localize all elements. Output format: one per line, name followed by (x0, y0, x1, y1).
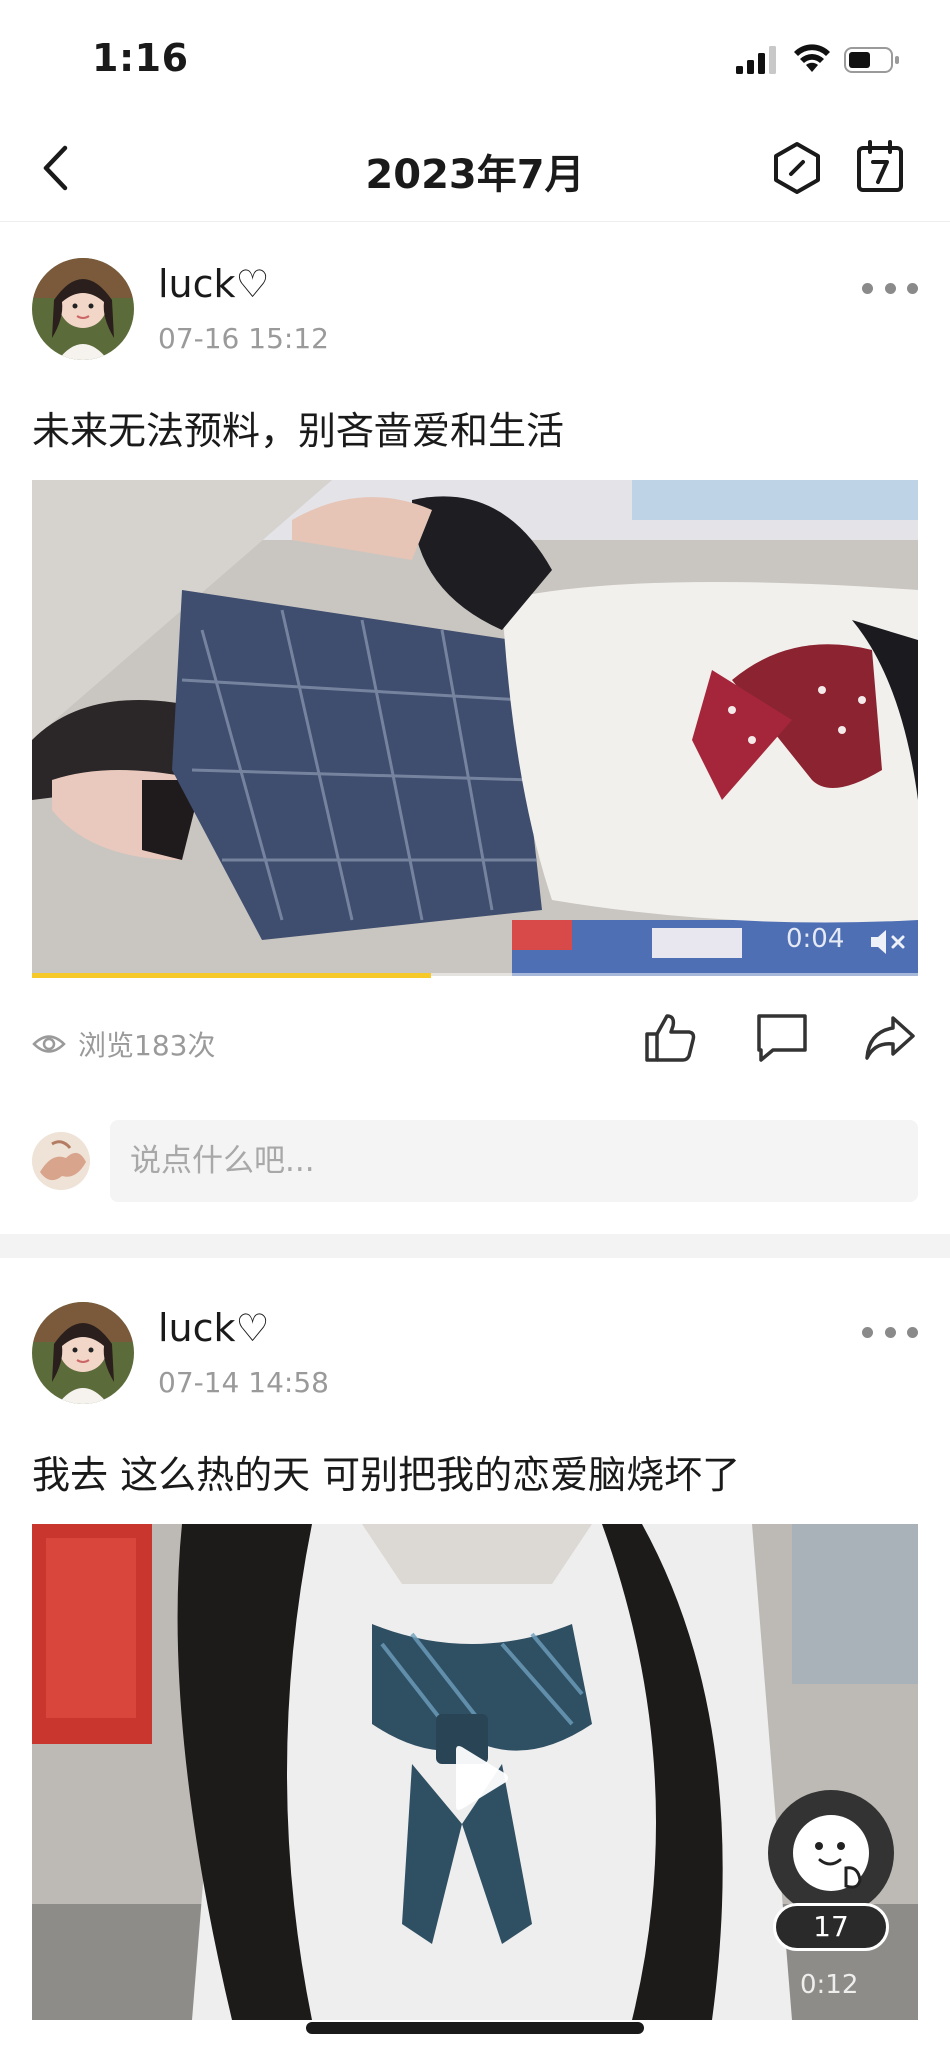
wifi-icon (794, 44, 830, 72)
status-time: 1:16 (92, 36, 189, 80)
my-avatar (32, 1132, 90, 1190)
more-button[interactable] (862, 1320, 918, 1344)
post-time: 07-16 15:12 (158, 322, 329, 355)
post-text: 我去 这么热的天 可别把我的恋爱脑烧坏了 (32, 1453, 741, 1497)
signal-icon (736, 46, 776, 74)
battery-icon (844, 47, 899, 73)
floating-mascot-button[interactable] (768, 1790, 894, 1916)
section-divider (0, 1234, 950, 1258)
home-indicator (306, 2022, 644, 2034)
views-row: 浏览183次 (32, 1024, 215, 1064)
username[interactable]: luck♡ (158, 262, 270, 306)
more-icon (907, 1326, 918, 1338)
mute-icon[interactable] (868, 926, 908, 958)
like-button[interactable] (642, 1010, 698, 1066)
share-button[interactable] (862, 1010, 918, 1066)
video-duration: 0:04 (786, 924, 845, 954)
username[interactable]: luck♡ (158, 1306, 270, 1350)
hexagon-button[interactable] (770, 140, 824, 196)
eye-icon (32, 1035, 66, 1053)
video-player[interactable]: 0:04 (32, 480, 918, 976)
video-progress[interactable] (32, 973, 918, 978)
screen: 1:16 2023年7月 luck♡ 07-16 15:12 未来无法预料，别吝… (0, 0, 950, 2056)
hexagon-icon (774, 142, 820, 194)
view-count: 浏览183次 (78, 1029, 216, 1062)
comment-input[interactable]: 说点什么吧... (110, 1120, 918, 1202)
mascot-icon (793, 1815, 869, 1891)
more-icon (884, 282, 896, 294)
more-icon (862, 282, 873, 294)
video-progress-fill (32, 973, 431, 978)
comment-icon (757, 1014, 807, 1062)
status-bar: 1:16 (0, 0, 950, 112)
play-icon[interactable] (448, 1744, 512, 1812)
share-icon (865, 1016, 915, 1060)
more-icon (884, 1326, 896, 1338)
more-button[interactable] (862, 276, 918, 300)
avatar[interactable] (32, 258, 134, 360)
post-time: 07-14 14:58 (158, 1366, 329, 1399)
calendar-button[interactable] (852, 138, 908, 196)
more-icon (907, 282, 918, 294)
video-duration: 0:12 (800, 1970, 859, 2000)
comment-button[interactable] (754, 1010, 810, 1066)
video-frame (32, 480, 918, 976)
post-text: 未来无法预料，别吝啬爱和生活 (32, 409, 565, 453)
more-icon (862, 1326, 873, 1338)
avatar[interactable] (32, 1302, 134, 1404)
like-icon (645, 1014, 696, 1062)
nav-header: 2023年7月 (0, 112, 950, 222)
calendar-icon (857, 140, 903, 192)
mascot-count-badge[interactable]: 17 (773, 1903, 889, 1951)
